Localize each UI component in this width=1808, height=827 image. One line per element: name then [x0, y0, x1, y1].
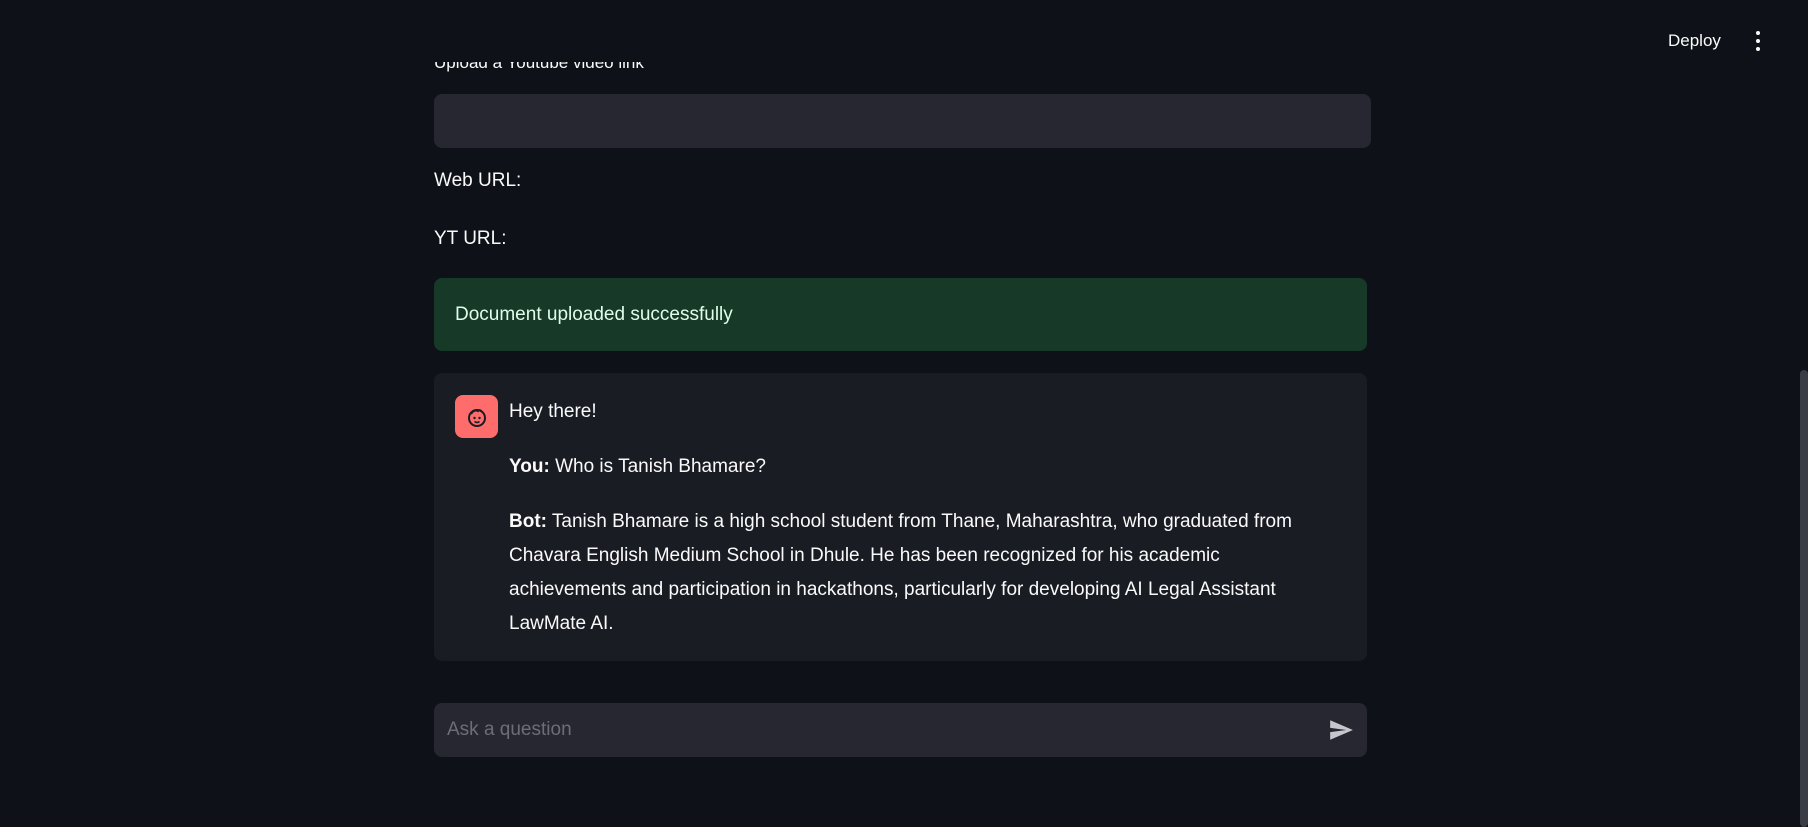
success-alert: Document uploaded successfully [434, 278, 1367, 351]
user-message-text: Who is Tanish Bhamare? [549, 456, 766, 477]
greeting-text: Hey there! [509, 401, 597, 422]
main-menu-button[interactable] [1746, 26, 1770, 56]
app-header: Deploy [0, 0, 1808, 80]
yt-url-text: YT URL: [434, 228, 507, 249]
web-url-text: Web URL: [434, 170, 522, 191]
youtube-link-input[interactable] [434, 94, 1371, 148]
chat-message: Hey there! You: Who is Tanish Bhamare? B… [434, 373, 1367, 661]
page-scrollbar[interactable] [1800, 370, 1808, 827]
bot-speaker-label: Bot: [509, 511, 547, 532]
chat-message-content: Hey there! You: Who is Tanish Bhamare? B… [509, 395, 1339, 662]
chat-input-container [434, 703, 1367, 757]
user-message: You: Who is Tanish Bhamare? [509, 450, 1339, 484]
smiling-face-icon [467, 408, 486, 427]
deploy-button[interactable]: Deploy [1656, 26, 1733, 56]
user-speaker-label: You: [509, 456, 550, 477]
bot-message: Bot: Tanish Bhamare is a high school stu… [509, 505, 1339, 641]
question-input[interactable] [434, 703, 1294, 757]
success-message: Document uploaded successfully [455, 304, 733, 325]
vertical-ellipsis-icon [1756, 31, 1760, 35]
app-window: Deploy Upload a Youtube video link Web U… [0, 0, 1808, 827]
send-icon[interactable] [1327, 717, 1355, 743]
bot-avatar [455, 395, 498, 438]
bot-message-text: Tanish Bhamare is a high school student … [509, 511, 1292, 634]
youtube-link-label: Upload a Youtube video link [434, 62, 644, 72]
